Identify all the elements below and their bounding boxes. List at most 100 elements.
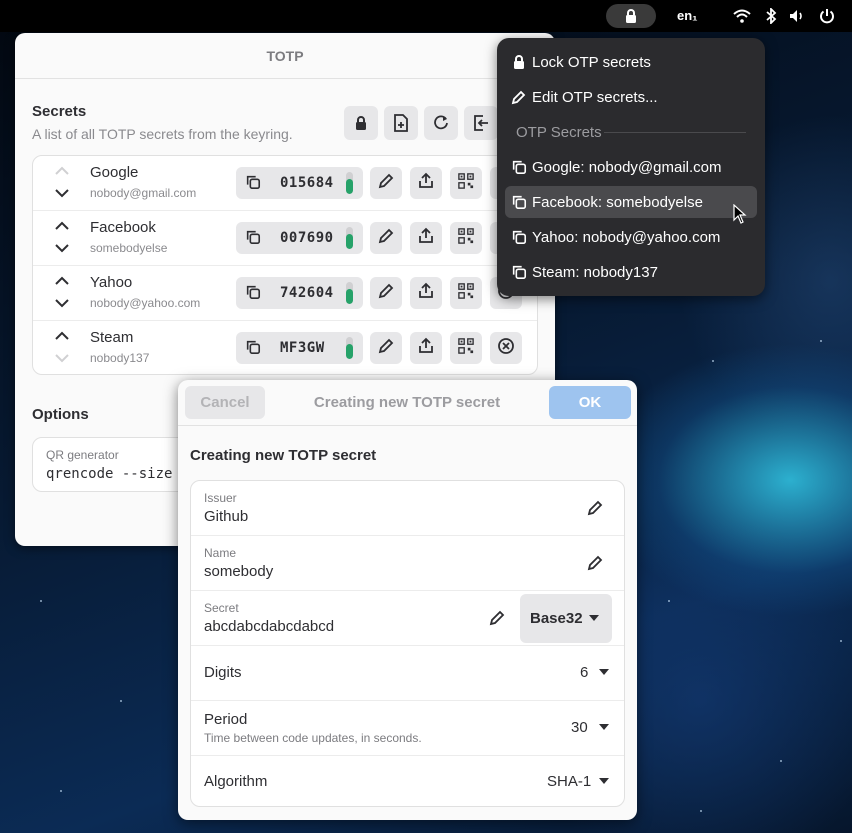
copy-code-button[interactable]: MF3GW [236,332,363,364]
volume-icon[interactable] [788,7,806,25]
move-up-button[interactable] [53,165,71,179]
edit-icon[interactable] [488,609,506,627]
refresh-icon [434,115,448,130]
chevron-down-icon[interactable] [599,724,609,730]
import-button[interactable] [464,106,498,140]
secrets-subtitle: A list of all TOTP secrets from the keyr… [32,126,293,142]
ok-button[interactable]: OK [549,386,631,419]
share-icon [417,282,435,305]
secret-row: Facebook somebodyelse 007690 [33,211,537,266]
edit-icon [377,227,395,250]
menu-item-edit[interactable]: Edit OTP secrets... [505,81,757,113]
move-down-button[interactable] [53,297,71,311]
delete-secret-button[interactable] [490,332,522,364]
chevron-down-icon [55,350,69,368]
period-row[interactable]: Period Time between code updates, in sec… [191,701,624,756]
secret-name: nobody137 [90,351,150,365]
issuer-row[interactable]: Issuer Github [191,481,624,536]
name-row[interactable]: Name somebody [191,536,624,591]
edit-secret-button[interactable] [370,332,402,364]
cancel-button[interactable]: Cancel [185,386,265,419]
algorithm-value[interactable]: SHA-1 [547,773,591,790]
secret-name: somebodyelse [90,241,168,255]
move-down-button[interactable] [53,242,71,256]
move-up-button[interactable] [53,330,71,344]
qr-code-button[interactable] [450,332,482,364]
name-field[interactable]: somebody [204,563,273,580]
chevron-down-icon [589,615,599,621]
export-secret-button[interactable] [410,332,442,364]
dialog-header: Cancel Creating new TOTP secret OK [178,380,637,426]
edit-secret-button[interactable] [370,222,402,254]
move-up-button[interactable] [53,220,71,234]
encoding-value: Base32 [530,610,583,627]
qr-code-button[interactable] [450,222,482,254]
code-timer-bar [346,337,353,359]
chevron-down-icon[interactable] [599,669,609,675]
chevron-up-icon [55,163,69,181]
edit-icon[interactable] [586,554,604,572]
chevron-up-icon [55,328,69,346]
menu-item-label: Edit OTP secrets... [532,89,658,106]
menu-item-secret[interactable]: Facebook: somebodyelse [505,186,757,218]
period-value[interactable]: 30 [571,719,588,736]
qr-code-button[interactable] [450,167,482,199]
export-secret-button[interactable] [410,222,442,254]
options-title: Options [32,406,89,423]
totp-code: 015684 [280,175,334,191]
algorithm-label: Algorithm [204,773,268,790]
copy-code-button[interactable]: 742604 [236,277,363,309]
encoding-dropdown[interactable]: Base32 [520,594,612,643]
issuer-field[interactable]: Github [204,508,248,525]
wifi-icon[interactable] [733,7,751,25]
code-timer-fill [346,344,353,359]
edit-secret-button[interactable] [370,277,402,309]
export-secret-button[interactable] [410,167,442,199]
qr-code-button[interactable] [450,277,482,309]
code-timer-bar [346,282,353,304]
edit-icon[interactable] [586,499,604,517]
secret-row[interactable]: Secret abcdabcdabcdabcd Base32 [191,591,624,646]
chevron-down-icon [55,240,69,258]
copy-code-button[interactable]: 015684 [236,167,363,199]
edit-icon [377,337,395,360]
language-indicator[interactable]: en₁ [677,8,698,23]
digits-row[interactable]: Digits 6 [191,646,624,701]
star [668,600,670,602]
secret-name: nobody@yahoo.com [90,296,201,310]
bluetooth-icon[interactable] [762,7,780,25]
menu-item-secret[interactable]: Steam: nobody137 [505,256,757,288]
move-up-button[interactable] [53,275,71,289]
lock-indicator[interactable] [606,4,656,28]
chevron-down-icon[interactable] [599,778,609,784]
copy-icon [511,194,527,210]
refresh-button[interactable] [424,106,458,140]
totp-code: 007690 [280,230,334,246]
new-secret-dialog: Cancel Creating new TOTP secret OK Creat… [178,380,637,820]
add-secret-button[interactable] [384,106,418,140]
star [40,600,42,602]
qr-generator-value[interactable]: qrencode --size [46,466,172,482]
menu-item-label: Google: nobody@gmail.com [532,159,722,176]
lock-button[interactable] [344,106,378,140]
digits-label: Digits [204,664,242,681]
period-label: Period [204,711,248,728]
menu-item-secret[interactable]: Yahoo: nobody@yahoo.com [505,221,757,253]
star [60,790,62,792]
move-down-button[interactable] [53,187,71,201]
move-down-button[interactable] [53,352,71,366]
digits-value[interactable]: 6 [580,664,588,681]
secret-field[interactable]: abcdabcdabcdabcd [204,618,334,635]
copy-code-button[interactable]: 007690 [236,222,363,254]
power-icon[interactable] [818,7,836,25]
algorithm-row[interactable]: Algorithm SHA-1 [191,756,624,806]
export-secret-button[interactable] [410,277,442,309]
import-icon [474,115,488,131]
edit-secret-button[interactable] [370,167,402,199]
name-label: Name [204,546,237,560]
secrets-list: Google nobody@gmail.com 015684 Facebook … [32,155,538,375]
copy-icon [245,174,263,192]
menu-item-lock[interactable]: Lock OTP secrets [505,46,757,78]
menu-item-secret[interactable]: Google: nobody@gmail.com [505,151,757,183]
star [120,700,122,702]
